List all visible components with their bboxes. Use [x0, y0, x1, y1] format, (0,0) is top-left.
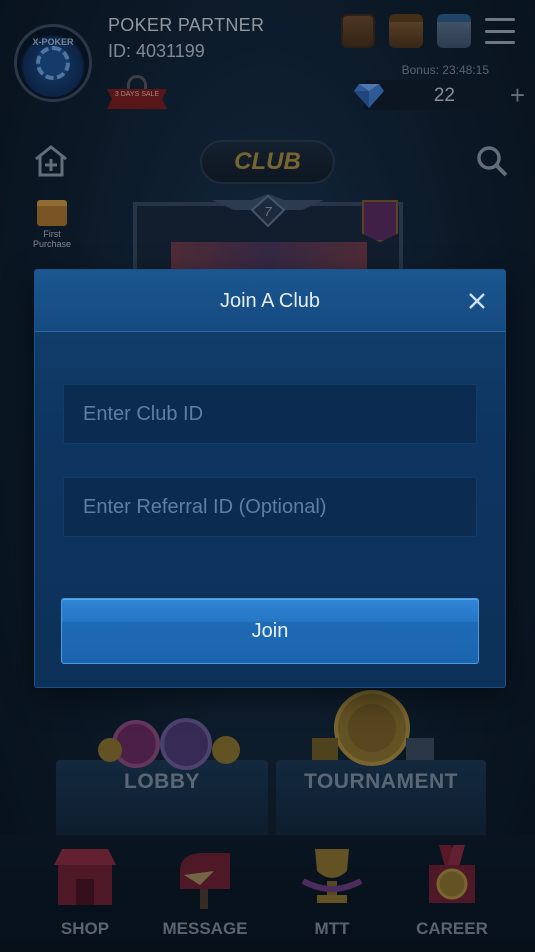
- close-icon[interactable]: [465, 289, 489, 313]
- club-id-input[interactable]: [64, 385, 476, 443]
- dialog-title: Join A Club: [219, 290, 321, 312]
- club-id-field[interactable]: [63, 384, 477, 444]
- referral-id-field[interactable]: [63, 477, 477, 537]
- join-club-dialog: Join A Club Join: [35, 270, 505, 687]
- referral-id-input[interactable]: [64, 478, 476, 536]
- dialog-header: Join A Club: [35, 270, 505, 332]
- join-button[interactable]: Join: [61, 598, 479, 664]
